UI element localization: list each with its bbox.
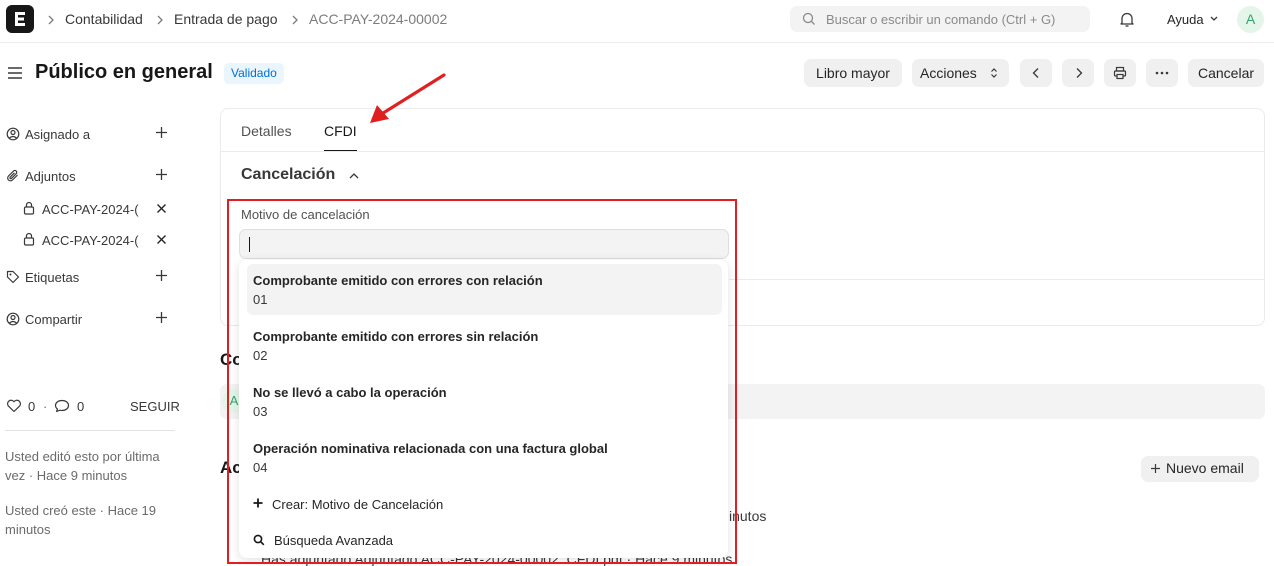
follow-button[interactable]: SEGUIR (130, 397, 180, 416)
chevron-down-icon (1209, 15, 1219, 23)
chevron-right-icon (46, 13, 56, 27)
add-tag-icon[interactable] (155, 269, 168, 282)
search-placeholder: Buscar o escribir un comando (Ctrl + G) (826, 12, 1056, 27)
attachments-label: Adjuntos (25, 169, 76, 184)
chevron-right-icon (155, 13, 165, 27)
created-text: Usted creó este · Hace 19 minutos (5, 503, 157, 537)
search-icon (802, 12, 816, 26)
breadcrumb-contabilidad[interactable]: Contabilidad (65, 11, 143, 27)
previous-button[interactable] (1020, 59, 1052, 87)
tabs-divider (221, 151, 1264, 152)
help-dropdown[interactable]: Ayuda (1167, 12, 1204, 27)
tab-detalles[interactable]: Detalles (241, 123, 292, 139)
bell-icon[interactable] (1119, 11, 1135, 28)
top-navbar: Contabilidad Entrada de pago ACC-PAY-202… (0, 0, 1274, 43)
comment-icon[interactable] (54, 399, 70, 413)
likes-count: 0 (28, 399, 36, 414)
user-avatar[interactable]: A (1237, 6, 1264, 33)
lock-icon (23, 232, 35, 246)
sidebar-divider (5, 430, 175, 431)
chevron-right-icon (290, 13, 300, 27)
cancel-button[interactable]: Cancelar (1188, 59, 1264, 87)
share-label: Compartir (25, 312, 83, 327)
tab-cfdi[interactable]: CFDI (324, 123, 357, 139)
remove-attachment-icon[interactable] (156, 234, 167, 245)
lock-icon (23, 201, 35, 215)
printer-icon (1113, 66, 1127, 80)
separator-dot: · (43, 399, 48, 414)
next-button[interactable] (1062, 59, 1094, 87)
remove-attachment-icon[interactable] (156, 203, 167, 214)
attachment-link[interactable]: ACC-PAY-2024-( (42, 202, 139, 217)
page-title: Público en general (35, 61, 213, 83)
breadcrumb-current: ACC-PAY-2024-00002 (309, 11, 448, 27)
paperclip-icon (6, 169, 20, 183)
chevron-up-icon[interactable] (348, 171, 360, 181)
app-logo[interactable] (6, 5, 34, 33)
add-share-icon[interactable] (155, 311, 168, 324)
annotation-highlight-box (227, 199, 737, 564)
tag-icon (6, 270, 20, 284)
cancel-label: Cancelar (1197, 65, 1255, 81)
help-label: Ayuda (1167, 12, 1204, 27)
heart-icon[interactable] (6, 399, 22, 413)
attachment-link[interactable]: ACC-PAY-2024-( (42, 233, 139, 248)
chevron-right-icon (1074, 67, 1084, 79)
plus-icon (1150, 463, 1161, 474)
assigned-to-label: Asignado a (25, 127, 91, 142)
add-assignee-icon[interactable] (155, 126, 168, 139)
new-email-label: Nuevo email (1166, 460, 1244, 476)
tags-label: Etiquetas (25, 270, 80, 285)
ledger-label: Libro mayor (816, 65, 890, 81)
actions-label: Acciones (920, 65, 977, 81)
last-edited-text: Usted editó esto por última vez · Hace 9… (5, 449, 160, 483)
new-email-button[interactable]: Nuevo email (1141, 456, 1259, 482)
annotation-arrow-icon (362, 70, 452, 130)
add-attachment-icon[interactable] (155, 168, 168, 181)
card-section-divider (729, 279, 1264, 280)
ledger-button[interactable]: Libro mayor (804, 59, 902, 87)
select-arrows-icon (990, 67, 998, 79)
section-title[interactable]: Cancelación (241, 166, 335, 184)
status-badge: Validado (224, 63, 284, 84)
share-user-icon (6, 312, 20, 326)
breadcrumb-entrada-de-pago[interactable]: Entrada de pago (174, 11, 278, 27)
hamburger-menu-icon[interactable] (7, 66, 23, 80)
search-input[interactable]: Buscar o escribir un comando (Ctrl + G) (790, 6, 1090, 32)
more-options-button[interactable] (1146, 59, 1178, 87)
chevron-left-icon (1031, 67, 1041, 79)
actions-dropdown[interactable]: Acciones (912, 59, 1009, 87)
comments-count: 0 (77, 399, 85, 414)
assign-user-icon (6, 127, 20, 141)
print-button[interactable] (1104, 59, 1136, 87)
more-horizontal-icon (1155, 71, 1169, 75)
